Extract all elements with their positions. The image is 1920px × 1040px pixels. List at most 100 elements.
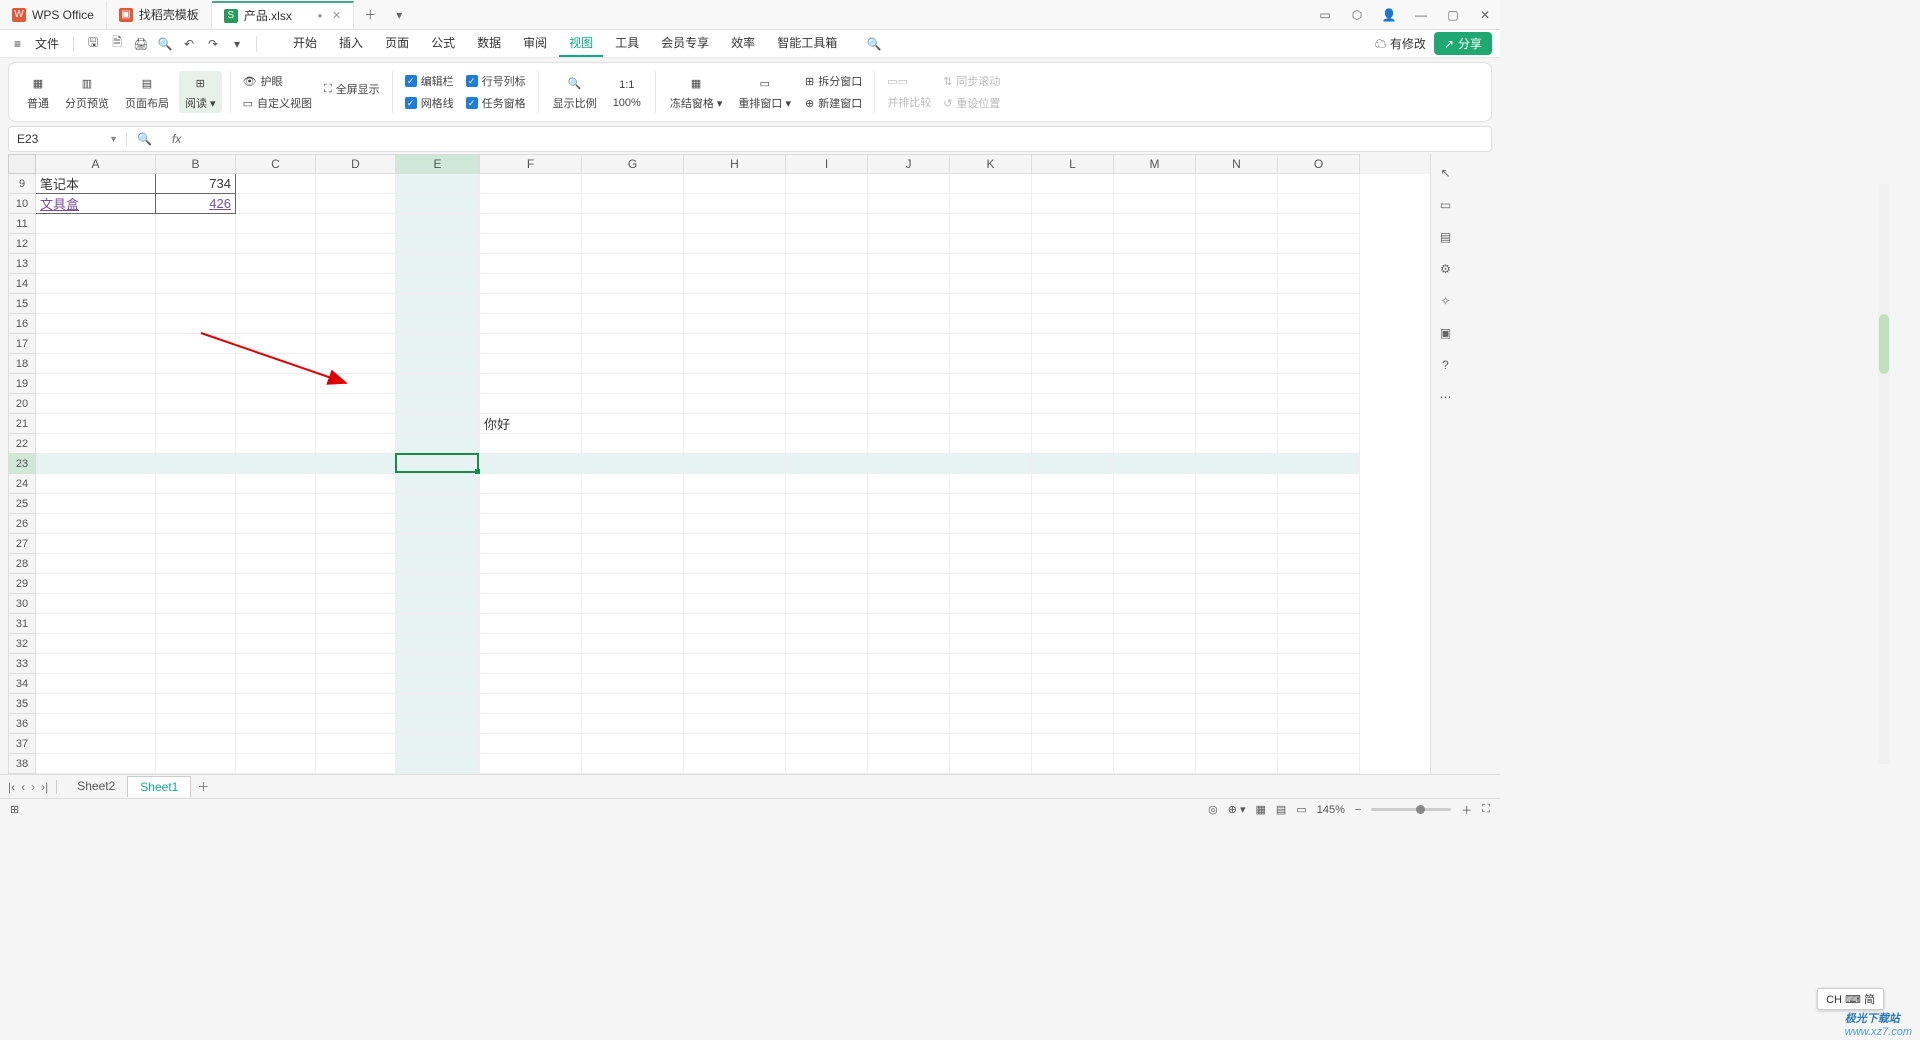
cell-F23[interactable] (480, 454, 582, 474)
cell-A31[interactable] (36, 614, 156, 634)
cell-M14[interactable] (1114, 274, 1196, 294)
col-header-C[interactable]: C (236, 154, 316, 174)
cell-J30[interactable] (868, 594, 950, 614)
cell-H34[interactable] (684, 674, 786, 694)
cell-C19[interactable] (236, 374, 316, 394)
chk-gridlines[interactable]: ✓网格线 (405, 95, 454, 111)
cell-L25[interactable] (1032, 494, 1114, 514)
cell-G30[interactable] (582, 594, 684, 614)
cell-B21[interactable] (156, 414, 236, 434)
cell-E12[interactable] (396, 234, 480, 254)
cell-I14[interactable] (786, 274, 868, 294)
cell-B28[interactable] (156, 554, 236, 574)
row-header-23[interactable]: 23 (8, 454, 36, 474)
cell-M25[interactable] (1114, 494, 1196, 514)
cell-K30[interactable] (950, 594, 1032, 614)
cell-M28[interactable] (1114, 554, 1196, 574)
cell-J24[interactable] (868, 474, 950, 494)
search-icon[interactable]: 🔍 (863, 33, 885, 55)
cell-L13[interactable] (1032, 254, 1114, 274)
cell-I13[interactable] (786, 254, 868, 274)
cell-D35[interactable] (316, 694, 396, 714)
cell-N24[interactable] (1196, 474, 1278, 494)
col-header-H[interactable]: H (684, 154, 786, 174)
cell-I21[interactable] (786, 414, 868, 434)
cell-A34[interactable] (36, 674, 156, 694)
cell-K13[interactable] (950, 254, 1032, 274)
cell-C22[interactable] (236, 434, 316, 454)
cell-G25[interactable] (582, 494, 684, 514)
cell-L26[interactable] (1032, 514, 1114, 534)
cell-B24[interactable] (156, 474, 236, 494)
cell-B10[interactable]: 426 (156, 194, 236, 214)
cell-O38[interactable] (1278, 754, 1360, 774)
cell-J21[interactable] (868, 414, 950, 434)
cell-L9[interactable] (1032, 174, 1114, 194)
cell-B15[interactable] (156, 294, 236, 314)
cell-I30[interactable] (786, 594, 868, 614)
cell-F25[interactable] (480, 494, 582, 514)
cell-L29[interactable] (1032, 574, 1114, 594)
cell-B26[interactable] (156, 514, 236, 534)
print-icon[interactable]: 🖨 (130, 33, 152, 55)
cell-G21[interactable] (582, 414, 684, 434)
cell-C23[interactable] (236, 454, 316, 474)
menu-tab-审阅[interactable]: 审阅 (513, 30, 557, 57)
row-header-19[interactable]: 19 (8, 374, 36, 394)
cell-L14[interactable] (1032, 274, 1114, 294)
cell-H18[interactable] (684, 354, 786, 374)
cell-D19[interactable] (316, 374, 396, 394)
zoom-scale[interactable]: 🔍显示比例 (547, 73, 603, 111)
cell-E10[interactable] (396, 194, 480, 214)
cell-F37[interactable] (480, 734, 582, 754)
cell-B17[interactable] (156, 334, 236, 354)
cell-N19[interactable] (1196, 374, 1278, 394)
minimize-button[interactable]: — (1406, 1, 1436, 29)
cell-M37[interactable] (1114, 734, 1196, 754)
sheet-nav-last[interactable]: ›| (41, 780, 48, 794)
cell-N23[interactable] (1196, 454, 1278, 474)
row-header-16[interactable]: 16 (8, 314, 36, 334)
formula-input[interactable] (191, 132, 1491, 147)
cell-D26[interactable] (316, 514, 396, 534)
menu-tab-工具[interactable]: 工具 (605, 30, 649, 57)
cell-F33[interactable] (480, 654, 582, 674)
cell-O15[interactable] (1278, 294, 1360, 314)
cell-J15[interactable] (868, 294, 950, 314)
cell-C26[interactable] (236, 514, 316, 534)
cell-G38[interactable] (582, 754, 684, 774)
cell-A23[interactable] (36, 454, 156, 474)
cell-E15[interactable] (396, 294, 480, 314)
fullscreen-button[interactable]: ⛶ 全屏显示 (324, 81, 380, 97)
hamburger-icon[interactable]: ≡ (8, 37, 27, 51)
cell-A29[interactable] (36, 574, 156, 594)
view-normal[interactable]: ▦普通 (21, 73, 55, 111)
title-tab-0[interactable]: WWPS Office (0, 1, 107, 29)
cell-G13[interactable] (582, 254, 684, 274)
title-tab-1[interactable]: ▣找稻壳模板 (107, 1, 212, 29)
preview-icon[interactable]: 🔍 (154, 33, 176, 55)
avatar-icon[interactable]: 👤 (1374, 1, 1404, 29)
cell-C25[interactable] (236, 494, 316, 514)
cell-J12[interactable] (868, 234, 950, 254)
view-mode-3[interactable]: ▭ (1296, 803, 1306, 816)
cell-E16[interactable] (396, 314, 480, 334)
cell-C24[interactable] (236, 474, 316, 494)
cell-K33[interactable] (950, 654, 1032, 674)
cell-M17[interactable] (1114, 334, 1196, 354)
cell-G17[interactable] (582, 334, 684, 354)
cell-F14[interactable] (480, 274, 582, 294)
cell-C31[interactable] (236, 614, 316, 634)
cell-A16[interactable] (36, 314, 156, 334)
cell-N35[interactable] (1196, 694, 1278, 714)
col-header-O[interactable]: O (1278, 154, 1360, 174)
cell-N21[interactable] (1196, 414, 1278, 434)
cell-E38[interactable] (396, 754, 480, 774)
cell-L35[interactable] (1032, 694, 1114, 714)
cell-N20[interactable] (1196, 394, 1278, 414)
col-header-B[interactable]: B (156, 154, 236, 174)
cell-G37[interactable] (582, 734, 684, 754)
cell-G9[interactable] (582, 174, 684, 194)
cell-K11[interactable] (950, 214, 1032, 234)
fx-icon[interactable]: fx (162, 132, 191, 146)
